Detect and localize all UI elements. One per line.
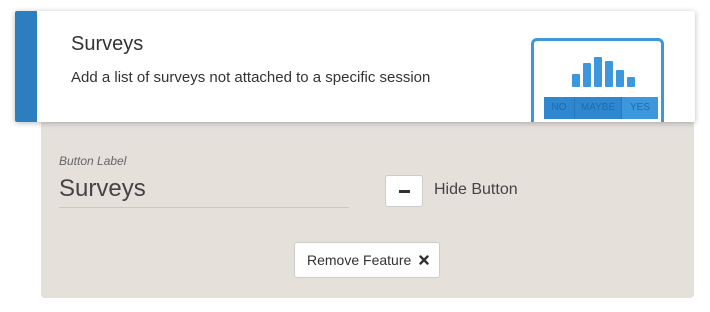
chart-bar xyxy=(572,74,580,87)
survey-option-yes: YES xyxy=(622,97,658,119)
remove-feature-button[interactable]: Remove Feature xyxy=(294,242,440,278)
hide-button-label: Hide Button xyxy=(434,181,518,198)
survey-option-no: NO xyxy=(544,97,575,119)
survey-option-maybe: MAYBE xyxy=(575,97,622,119)
chart-bar xyxy=(605,61,613,87)
feature-description: Add a list of surveys not attached to a … xyxy=(71,69,431,86)
minus-icon xyxy=(399,190,410,193)
chart-bar xyxy=(583,63,591,87)
survey-options: NO MAYBE YES xyxy=(544,97,658,119)
hide-button-toggle[interactable] xyxy=(385,175,423,207)
bar-chart-icon xyxy=(572,57,640,87)
survey-icon: NO MAYBE YES xyxy=(531,38,664,122)
feature-title: Surveys xyxy=(71,33,144,55)
chart-bar xyxy=(627,77,635,87)
chart-bar xyxy=(594,57,602,87)
feature-accent-bar xyxy=(15,11,37,122)
button-label-caption: Button Label xyxy=(59,154,127,168)
feature-card[interactable]: Surveys Add a list of surveys not attach… xyxy=(15,11,695,122)
close-icon xyxy=(419,255,429,265)
chart-bar xyxy=(616,70,624,87)
remove-feature-label: Remove Feature xyxy=(307,252,412,268)
button-label-input[interactable] xyxy=(59,171,349,208)
